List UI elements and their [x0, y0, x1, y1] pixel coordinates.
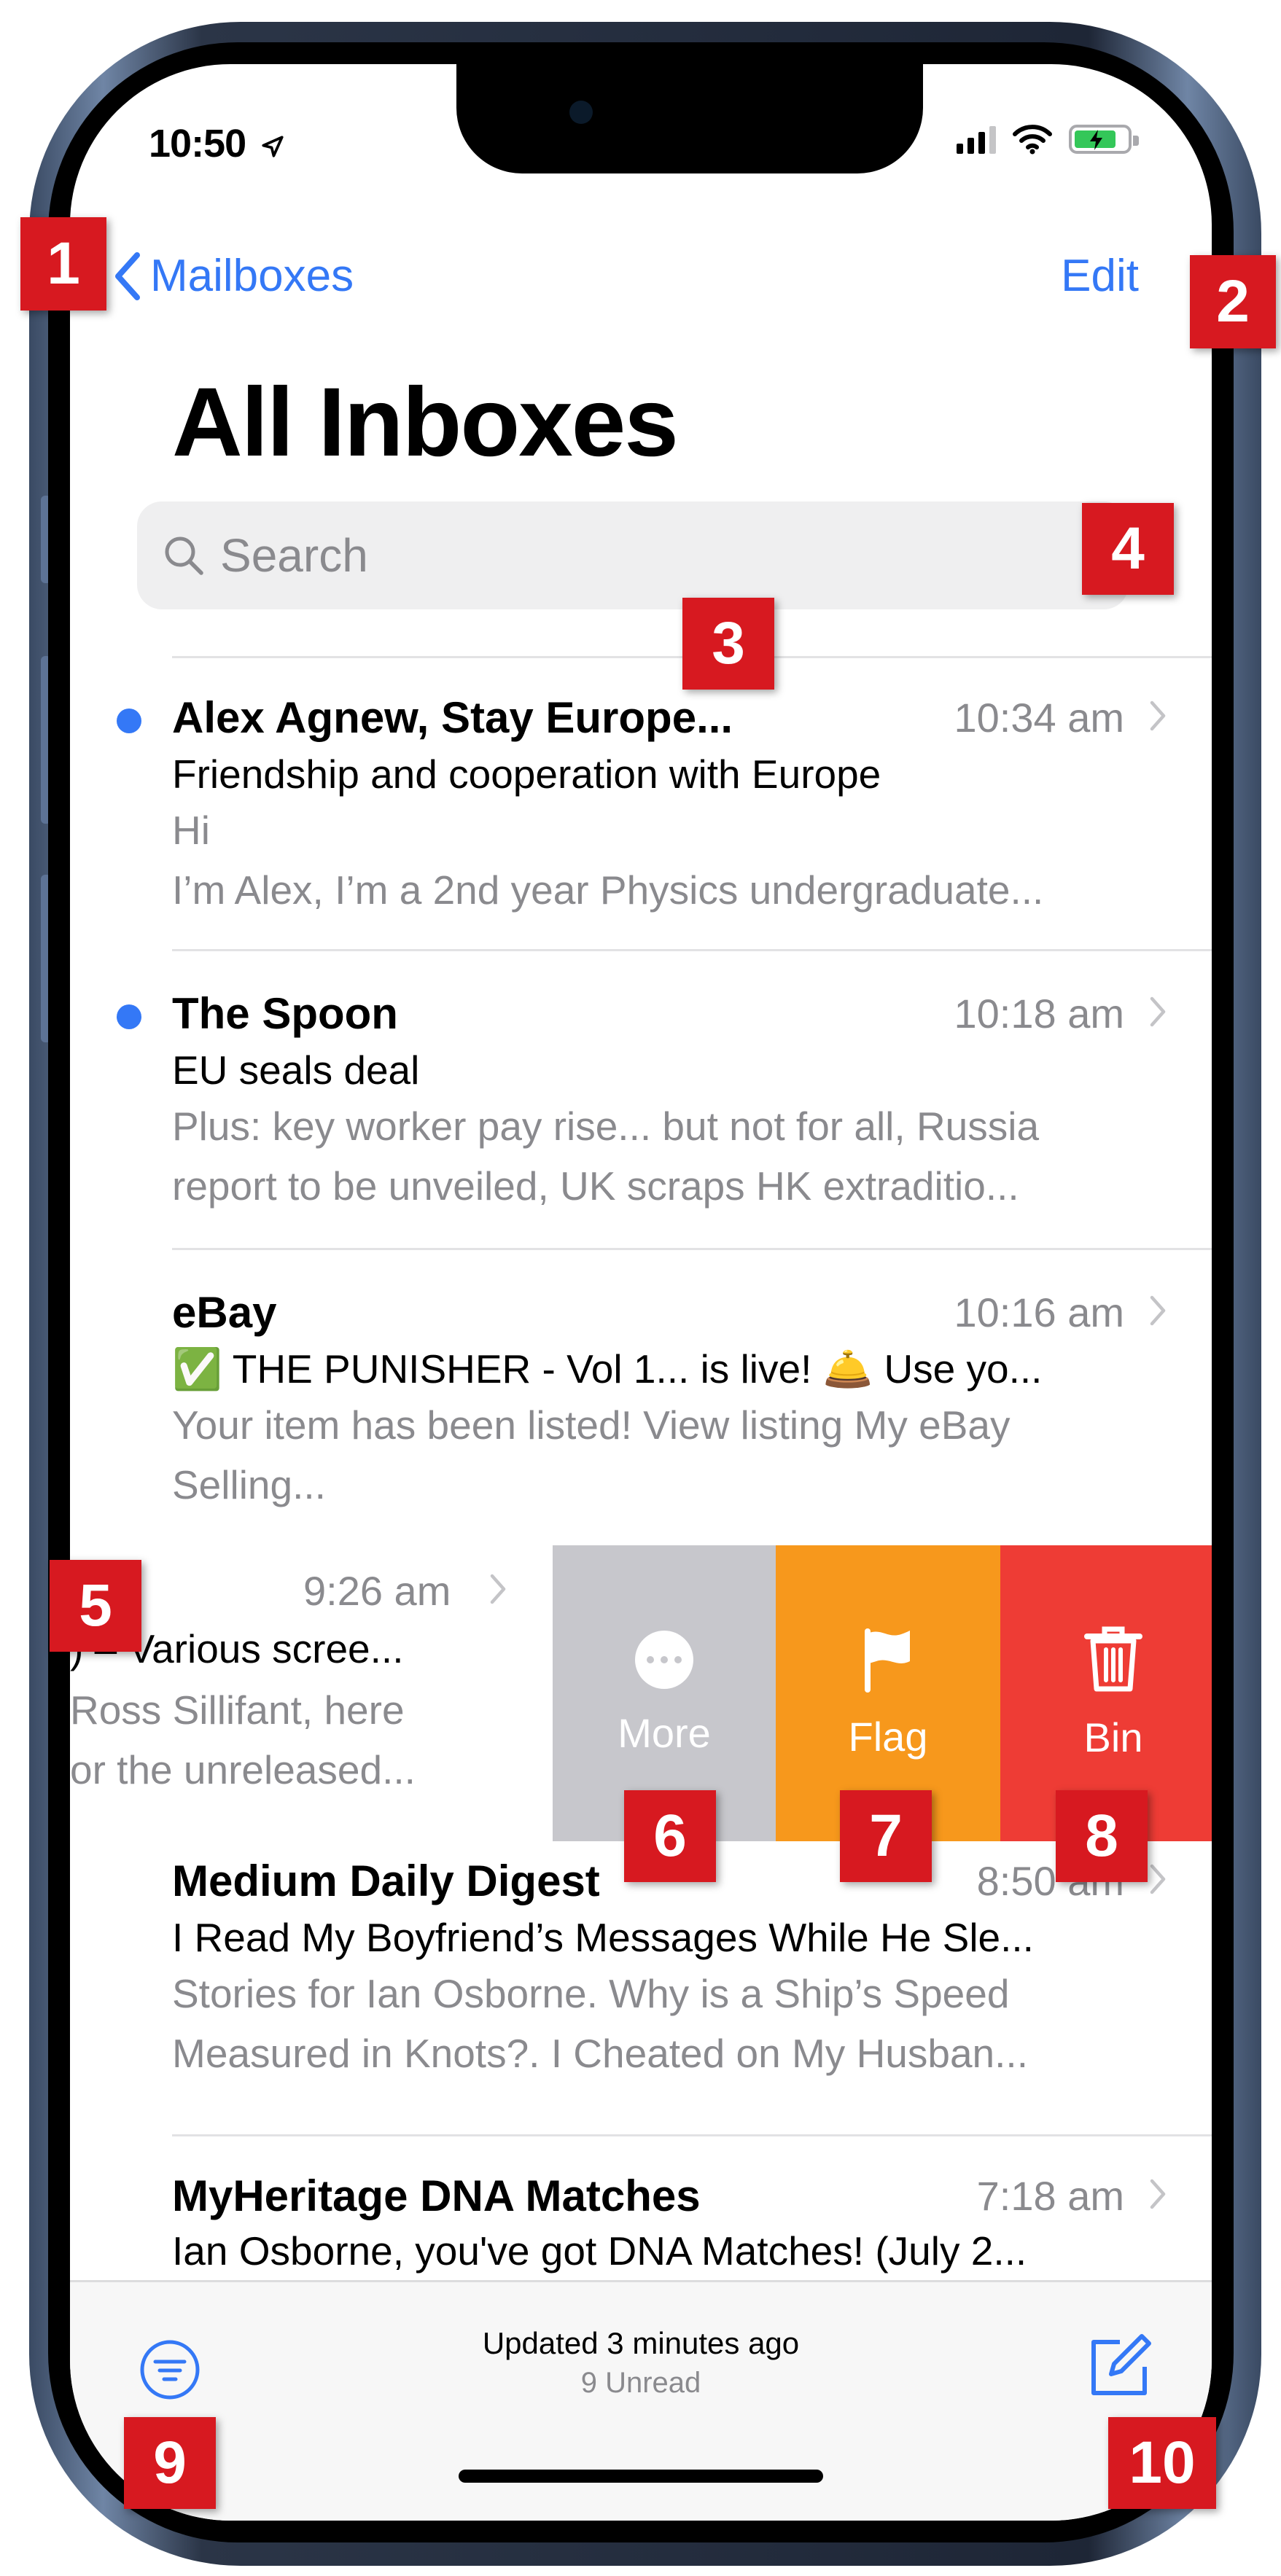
message-subject: Friendship and cooperation with Europe: [172, 752, 881, 797]
flag-icon: [865, 1628, 910, 1693]
callout-badge: 2: [1190, 255, 1276, 348]
battery-icon: [1069, 125, 1139, 154]
message-subject: EU seals deal: [172, 1047, 420, 1093]
compose-icon[interactable]: [1083, 2332, 1153, 2402]
back-label: Mailboxes: [150, 251, 354, 301]
preview-line: Measured in Knots?. I Cheated on My Husb…: [172, 2031, 1028, 2076]
message-time: 7:18 am: [976, 2173, 1124, 2219]
callout-badge: 7: [840, 1790, 932, 1882]
preview-line: report to be unveiled, UK scraps HK extr…: [172, 1163, 1019, 1209]
callout-badge: 6: [624, 1790, 716, 1882]
message-subject: Ian Osborne, you've got DNA Matches! (Ju…: [172, 2228, 1027, 2273]
callout-badge: 10: [1108, 2417, 1216, 2509]
flag-action-label: Flag: [848, 1713, 928, 1760]
callout-badge: 5: [50, 1560, 141, 1652]
search-input[interactable]: [220, 528, 1022, 582]
chevron-left-icon: [115, 251, 140, 300]
preview-line: Ross Sillifant, here: [70, 1687, 405, 1733]
camera: [569, 101, 593, 124]
message-preview: Plus: key worker pay rise... but not for…: [172, 1096, 1178, 1216]
chevron-right-icon: [1150, 2179, 1166, 2209]
unread-count: 9 Unread: [580, 2367, 701, 2399]
message-time: 10:16 am: [954, 1289, 1125, 1335]
callout-badge: 1: [20, 217, 106, 311]
message-subject: ✅ THE PUNISHER - Vol 1... is live! 🛎️ Us…: [172, 1346, 1043, 1392]
status-icons: [957, 124, 1139, 155]
more-icon: [635, 1630, 693, 1689]
message-sender: eBay: [172, 1288, 277, 1337]
mailbox-status: Updated 3 minutes ago 9 Unread: [70, 2326, 1212, 2400]
unread-dot: [117, 1004, 141, 1029]
chevron-right-icon: [1150, 700, 1166, 731]
home-indicator[interactable]: [459, 2470, 823, 2483]
chevron-right-icon: [1150, 1864, 1166, 1894]
location-icon: [262, 136, 284, 157]
bin-action-label: Bin: [1083, 1714, 1143, 1760]
bottom-toolbar: Updated 3 minutes ago 9 Unread: [70, 2280, 1212, 2521]
message-sender: Alex Agnew, Stay Europe...: [172, 693, 733, 742]
chevron-right-icon: [1150, 1295, 1166, 1326]
status-time: 10:50: [149, 121, 285, 166]
more-action-label: More: [618, 1709, 711, 1756]
search-bar[interactable]: [137, 501, 1129, 609]
preview-line: Your item has been listed! View listing …: [172, 1402, 1011, 1448]
callout-badge: 4: [1082, 503, 1174, 595]
message-time: 9:26 am: [303, 1568, 451, 1614]
unread-dot: [117, 709, 141, 733]
wifi-icon: [1013, 125, 1052, 155]
signal-icon: [957, 125, 996, 154]
message-row[interactable]: The Spoon 10:18 am EU seals deal Plus: k…: [70, 949, 1212, 1248]
chevron-right-icon: [490, 1574, 506, 1604]
preview-line: Hi: [172, 808, 210, 853]
preview-line: or the unreleased...: [70, 1747, 416, 1792]
message-sender: Medium Daily Digest: [172, 1857, 600, 1905]
message-preview: Ross Sillifant, here or the unreleased..…: [70, 1680, 500, 1800]
preview-line: Plus: key worker pay rise... but not for…: [172, 1104, 1040, 1149]
notch: [456, 64, 923, 173]
chevron-right-icon: [1150, 996, 1166, 1027]
message-preview: Stories for Ian Osborne. Why is a Ship’s…: [172, 1964, 1178, 2083]
message-row[interactable]: MyHeritage DNA Matches 7:18 am Ian Osbor…: [70, 2134, 1212, 2280]
phone-screen: 10:50 Mailboxes Edit All Inboxes Alex: [70, 64, 1212, 2521]
callout-badge: 8: [1056, 1790, 1148, 1882]
edit-button[interactable]: Edit: [1061, 250, 1139, 302]
page-title: All Inboxes: [172, 368, 679, 477]
status-time-text: 10:50: [149, 122, 246, 165]
message-subject: I Read My Boyfriend’s Messages While He …: [172, 1915, 1034, 1960]
callout-badge: 3: [682, 598, 774, 690]
message-sender: MyHeritage DNA Matches: [172, 2171, 701, 2220]
message-preview: Your item has been listed! View listing …: [172, 1395, 1178, 1515]
search-icon: [165, 536, 203, 575]
updated-text: Updated 3 minutes ago: [482, 2326, 800, 2360]
preview-line: Stories for Ian Osborne. Why is a Ship’s…: [172, 1971, 1010, 2016]
callout-badge: 9: [124, 2417, 216, 2509]
message-time: 10:18 am: [954, 991, 1125, 1037]
preview-line: Selling...: [172, 1462, 326, 1507]
message-time: 10:34 am: [954, 695, 1125, 741]
preview-line: I’m Alex, I’m a 2nd year Physics undergr…: [172, 867, 1044, 913]
mailboxes-back-button[interactable]: Mailboxes: [114, 250, 354, 302]
message-row[interactable]: eBay 10:16 am ✅ THE PUNISHER - Vol 1... …: [70, 1248, 1212, 1545]
message-row[interactable]: Medium Daily Digest 8:50 am I Read My Bo…: [70, 1841, 1212, 2142]
trash-icon: [1084, 1626, 1142, 1691]
message-preview: Hi I’m Alex, I’m a 2nd year Physics unde…: [172, 800, 1178, 920]
message-row[interactable]: Alex Agnew, Stay Europe... 10:34 am Frie…: [70, 656, 1212, 949]
message-sender: The Spoon: [172, 989, 398, 1038]
